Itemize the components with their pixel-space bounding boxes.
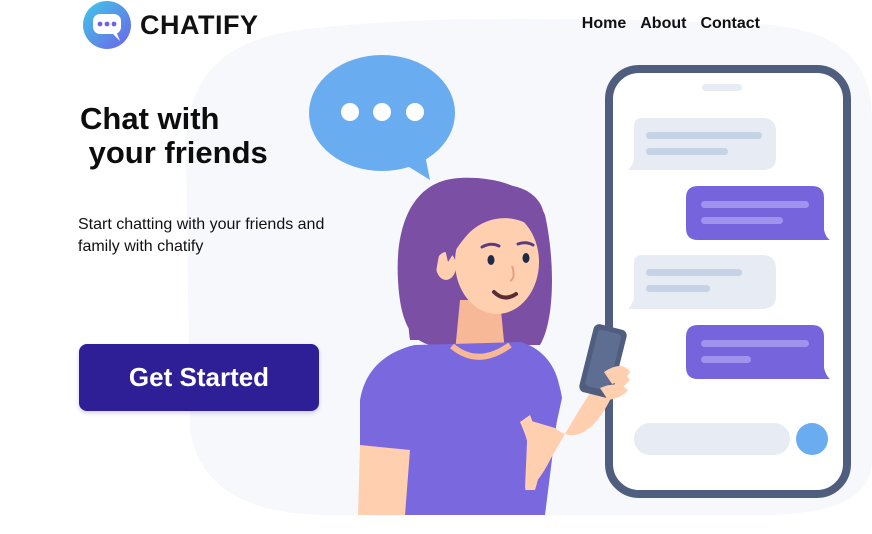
nav-about[interactable]: About (640, 15, 686, 33)
phone-mockup (605, 65, 851, 498)
phone-icon (579, 324, 627, 398)
main-nav: Home About Contact (582, 15, 760, 33)
brand-logo[interactable]: CHATIFY (82, 0, 259, 50)
brand-name: CHATIFY (140, 9, 259, 40)
speech-bubble-icon (309, 55, 455, 180)
landing-page: CHATIFY Home About Contact Chat with you… (0, 0, 872, 534)
hero-subtitle: Start chatting with your friends and fam… (78, 216, 325, 255)
chat-bubble-dots-icon (83, 1, 131, 49)
background-blob (186, 18, 872, 516)
hero-illustration (186, 18, 872, 516)
get-started-button[interactable]: Get Started (79, 344, 319, 411)
person-illustration (358, 177, 630, 515)
nav-home[interactable]: Home (582, 15, 626, 33)
hero-title: Chat with your friends (80, 101, 268, 170)
nav-contact[interactable]: Contact (700, 15, 760, 33)
